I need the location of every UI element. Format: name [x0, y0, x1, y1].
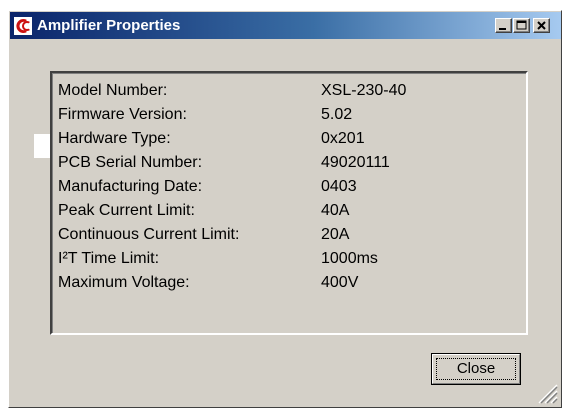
- property-label: Maximum Voltage:: [58, 274, 190, 291]
- properties-list: Model Number: XSL-230-40 Firmware Versio…: [52, 73, 526, 333]
- property-row-model-number: Model Number: XSL-230-40: [53, 79, 526, 103]
- close-button-label: Close: [456, 360, 496, 377]
- property-row-pcb-serial-number: PCB Serial Number: 49020111: [53, 151, 526, 175]
- property-label: PCB Serial Number:: [58, 154, 203, 171]
- property-label: Hardware Type:: [58, 130, 171, 147]
- properties-window: Amplifier Properties Model Number: XSL-2…: [8, 10, 562, 408]
- property-label: Manufacturing Date:: [58, 178, 203, 195]
- property-row-continuous-current-limit: Continuous Current Limit: 20A: [53, 223, 526, 247]
- resize-grip-icon[interactable]: [529, 375, 559, 405]
- close-window-button[interactable]: [533, 18, 550, 33]
- property-label: I²T Time Limit:: [58, 250, 160, 267]
- minimize-button[interactable]: [495, 18, 512, 33]
- property-value: 0403: [321, 178, 357, 195]
- property-value: 40A: [321, 202, 350, 219]
- window-title: Amplifier Properties: [37, 17, 181, 34]
- property-label: Peak Current Limit:: [58, 202, 195, 219]
- property-value: 400V: [321, 274, 359, 291]
- close-button[interactable]: Close: [431, 353, 521, 385]
- property-row-maximum-voltage: Maximum Voltage: 400V: [53, 271, 526, 295]
- property-label: Continuous Current Limit:: [58, 226, 240, 243]
- property-row-manufacturing-date: Manufacturing Date: 0403: [53, 175, 526, 199]
- property-label: Firmware Version:: [58, 106, 187, 123]
- app-logo-icon: [14, 17, 32, 35]
- property-row-firmware-version: Firmware Version: 5.02: [53, 103, 526, 127]
- property-row-peak-current-limit: Peak Current Limit: 40A: [53, 199, 526, 223]
- property-label: Model Number:: [58, 82, 168, 99]
- property-value: XSL-230-40: [321, 82, 407, 99]
- maximize-button[interactable]: [513, 18, 530, 33]
- property-value: 1000ms: [321, 250, 378, 267]
- title-bar[interactable]: Amplifier Properties: [10, 12, 561, 39]
- property-row-i2t-time-limit: I²T Time Limit: 1000ms: [53, 247, 526, 271]
- properties-panel: Model Number: XSL-230-40 Firmware Versio…: [50, 71, 528, 335]
- property-value: 20A: [321, 226, 350, 243]
- property-value: 5.02: [321, 106, 353, 123]
- property-value: 0x201: [321, 130, 365, 147]
- property-row-hardware-type: Hardware Type: 0x201: [53, 127, 526, 151]
- property-value: 49020111: [321, 154, 390, 171]
